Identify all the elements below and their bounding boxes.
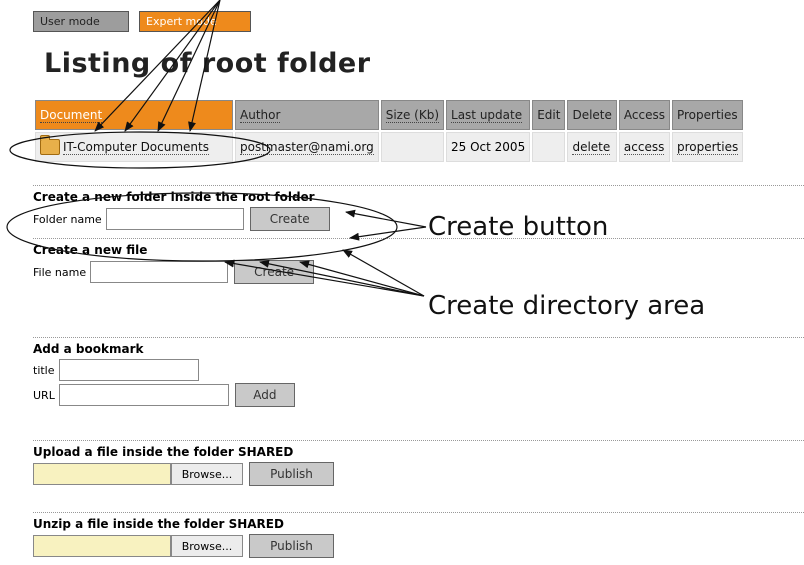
create-folder-button[interactable]: Create — [249, 207, 330, 231]
cell-last-update: 25 Oct 2005 — [446, 132, 531, 162]
folder-icon — [40, 135, 60, 155]
upload-publish-button[interactable]: Publish — [249, 462, 334, 486]
new-folder-section: Create a new folder inside the root fold… — [33, 185, 804, 231]
folder-name-label: Folder name — [33, 212, 102, 226]
expert-mode-button[interactable]: Expert mode — [139, 11, 251, 32]
file-name-input[interactable] — [90, 261, 229, 283]
upload-browse-button[interactable]: Browse... — [171, 463, 243, 485]
folder-name-input[interactable] — [105, 208, 244, 230]
unzip-browse-button[interactable]: Browse... — [171, 535, 243, 557]
create-file-button[interactable]: Create — [234, 260, 315, 284]
table-header-row: Document Author Size (Kb) Last update Ed… — [35, 100, 744, 130]
author-link[interactable]: postmaster@nami.org — [240, 140, 374, 155]
new-file-section: Create a new file File name Create — [33, 238, 804, 284]
column-header-properties: Properties — [671, 100, 744, 130]
bookmark-title-label: title — [33, 363, 55, 377]
cell-edit — [532, 132, 566, 162]
unzip-title: Unzip a file inside the folder SHARED — [33, 517, 284, 531]
cell-document[interactable]: IT-Computer Documents — [35, 132, 233, 162]
column-header-document[interactable]: Document — [35, 100, 233, 130]
document-link[interactable]: IT-Computer Documents — [63, 139, 209, 155]
access-link[interactable]: access — [623, 140, 665, 155]
bookmark-title: Add a bookmark — [33, 342, 144, 356]
create-button-annotation: Create button — [428, 212, 609, 242]
new-folder-title: Create a new folder inside the root fold… — [33, 190, 315, 204]
upload-file-input[interactable] — [33, 463, 171, 485]
cell-author[interactable]: postmaster@nami.org — [235, 132, 379, 162]
cell-properties[interactable]: properties — [671, 132, 744, 162]
column-header-delete: Delete — [567, 100, 617, 130]
bookmark-title-input[interactable] — [58, 359, 199, 381]
properties-link[interactable]: properties — [676, 140, 739, 155]
file-name-label: File name — [33, 265, 87, 279]
create-area-annotation: Create directory area — [428, 291, 706, 321]
unzip-section: Unzip a file inside the folder SHARED Br… — [33, 512, 804, 558]
user-mode-button[interactable]: User mode — [33, 11, 129, 32]
bookmark-url-label: URL — [33, 388, 55, 402]
delete-link[interactable]: delete — [572, 140, 611, 155]
column-header-access: Access — [618, 100, 670, 130]
bookmark-section: Add a bookmark title URL Add — [33, 337, 804, 407]
table-row: IT-Computer Documents postmaster@nami.or… — [35, 132, 744, 162]
upload-section: Upload a file inside the folder SHARED B… — [33, 440, 804, 486]
add-bookmark-button[interactable]: Add — [234, 383, 295, 407]
column-header-last-update[interactable]: Last update — [446, 100, 531, 130]
folder-listing-table: Document Author Size (Kb) Last update Ed… — [33, 98, 745, 164]
new-file-title: Create a new file — [33, 243, 148, 257]
cell-access[interactable]: access — [618, 132, 670, 162]
column-header-edit: Edit — [532, 100, 566, 130]
upload-title: Upload a file inside the folder SHARED — [33, 445, 294, 459]
column-header-author[interactable]: Author — [235, 100, 379, 130]
unzip-file-input[interactable] — [33, 535, 171, 557]
cell-size — [380, 132, 445, 162]
column-header-size[interactable]: Size (Kb) — [380, 100, 445, 130]
bookmark-url-input[interactable] — [58, 384, 229, 406]
unzip-publish-button[interactable]: Publish — [249, 534, 334, 558]
page-title: Listing of root folder — [44, 48, 371, 79]
cell-delete[interactable]: delete — [567, 132, 617, 162]
